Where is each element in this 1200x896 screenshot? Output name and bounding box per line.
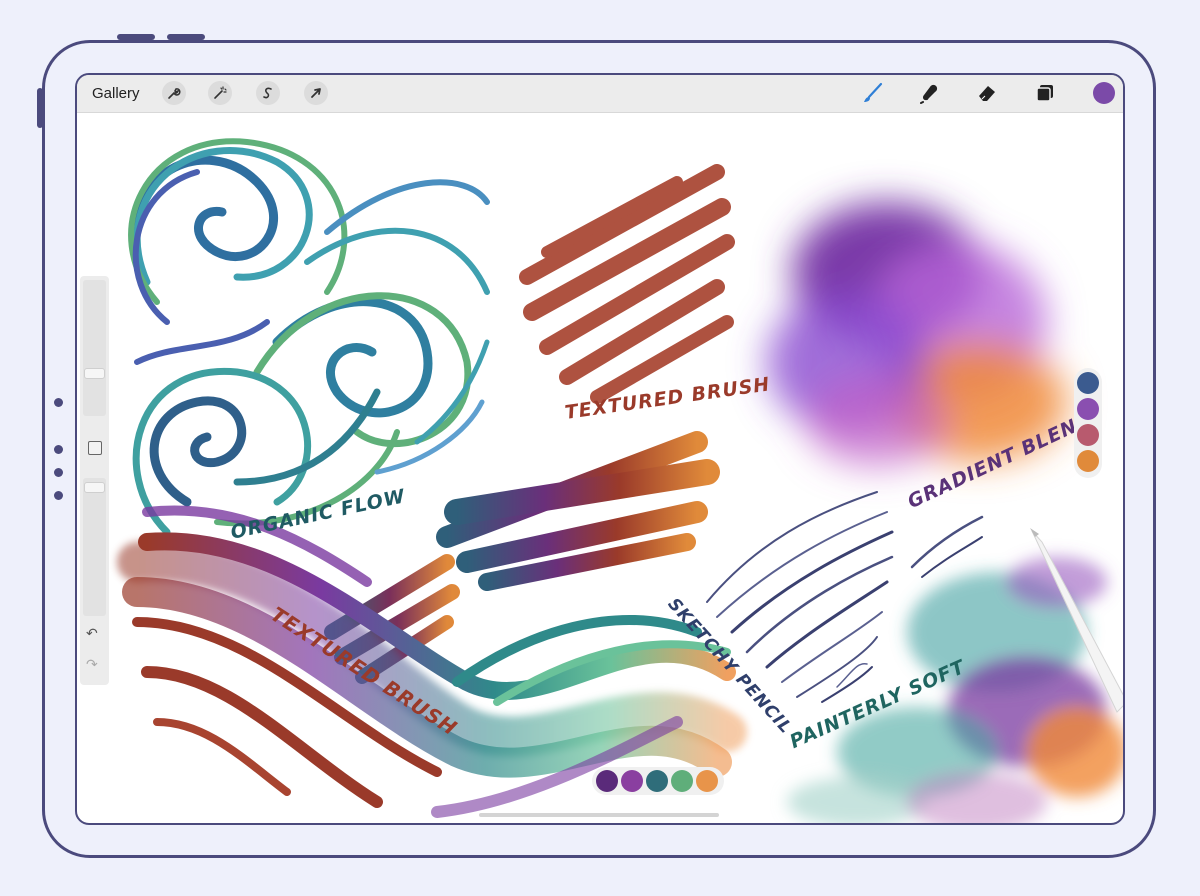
transform-arrow-icon bbox=[311, 88, 321, 98]
sensor-dot bbox=[54, 445, 63, 454]
magic-wand-icon bbox=[214, 86, 227, 99]
eraser-icon bbox=[979, 86, 995, 101]
brush-tool[interactable] bbox=[861, 81, 885, 105]
home-indicator bbox=[479, 813, 719, 817]
sensor-dot bbox=[54, 491, 63, 500]
sensor-dot bbox=[54, 468, 63, 477]
brush-icon bbox=[864, 82, 883, 102]
textured-gradient-band bbox=[436, 431, 720, 591]
adjustments-button[interactable] bbox=[208, 81, 232, 105]
redo-button[interactable]: ↷ bbox=[86, 656, 98, 673]
painterly-soft-wash bbox=[787, 557, 1123, 823]
smudge-tool[interactable] bbox=[918, 81, 942, 105]
smudge-icon bbox=[920, 84, 938, 104]
layers-icon bbox=[1036, 85, 1053, 102]
organic-flow-swirls bbox=[128, 138, 490, 536]
textured-brush-stroke-top bbox=[519, 164, 735, 404]
color-palette-horizontal bbox=[592, 767, 724, 795]
brush-size-slider[interactable] bbox=[83, 280, 106, 416]
undo-button[interactable]: ↶ bbox=[86, 625, 98, 642]
gradient-blend-cloud bbox=[767, 202, 1067, 467]
eraser-tool[interactable] bbox=[975, 81, 999, 105]
opacity-slider[interactable] bbox=[83, 478, 106, 616]
opacity-thumb[interactable] bbox=[84, 482, 105, 493]
camera-dot bbox=[54, 398, 63, 407]
swatch-color[interactable] bbox=[1077, 450, 1099, 472]
swatch-color[interactable] bbox=[621, 770, 643, 792]
modify-button[interactable] bbox=[88, 441, 102, 455]
side-button bbox=[37, 88, 43, 128]
swatch-color[interactable] bbox=[671, 770, 693, 792]
drawing-canvas[interactable]: ORGANIC FLOW TEXTURED BRUSH GRADIENT BLE… bbox=[77, 112, 1123, 823]
current-color-button[interactable] bbox=[1093, 82, 1115, 104]
selection-button[interactable] bbox=[256, 81, 280, 105]
color-palette-vertical bbox=[1074, 368, 1102, 478]
transform-button[interactable] bbox=[304, 81, 328, 105]
swatch-color[interactable] bbox=[646, 770, 668, 792]
swatch-color[interactable] bbox=[1077, 398, 1099, 420]
swatch-color[interactable] bbox=[596, 770, 618, 792]
volume-button-top bbox=[117, 34, 155, 40]
power-button-top bbox=[167, 34, 205, 40]
left-sidebar: ↶ ↷ bbox=[80, 276, 109, 685]
swatch-color[interactable] bbox=[696, 770, 718, 792]
brush-size-thumb[interactable] bbox=[84, 368, 105, 379]
wrench-icon bbox=[168, 88, 181, 99]
swatch-color[interactable] bbox=[1077, 424, 1099, 446]
top-toolbar: Gallery bbox=[77, 75, 1123, 113]
swatch-color[interactable] bbox=[1077, 372, 1099, 394]
gallery-button[interactable]: Gallery bbox=[92, 85, 140, 102]
selection-s-icon bbox=[263, 87, 272, 99]
actions-button[interactable] bbox=[162, 81, 186, 105]
layers-tool[interactable] bbox=[1033, 81, 1057, 105]
app-screen: Gallery ORGANIC FLOW TEXTURED BRUSH GRAD… bbox=[75, 73, 1125, 825]
